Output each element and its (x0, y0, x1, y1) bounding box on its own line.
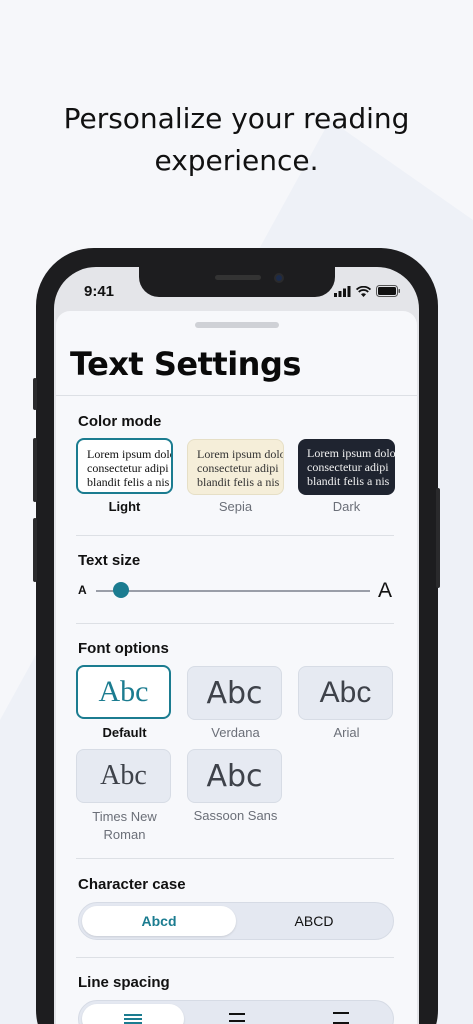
preview-line: Lorem ipsum dolor (307, 446, 395, 460)
section-divider (76, 623, 394, 624)
font-sample: Abc (206, 675, 263, 711)
text-settings-sheet: Text Settings Color mode Lorem ipsum dol… (56, 311, 417, 1024)
wifi-icon (356, 285, 371, 297)
preview-line: consectetur adipi (87, 461, 169, 475)
font-times-label: Times New Roman (76, 808, 173, 844)
line-spacing-segmented-control (78, 1000, 394, 1024)
section-divider (76, 957, 394, 958)
battery-icon (376, 285, 400, 297)
phone-volume-up (33, 438, 37, 502)
font-option-verdana[interactable]: Abc (187, 666, 282, 720)
text-size-label: Text size (78, 552, 141, 569)
phone-power-button (436, 488, 440, 588)
headline-line-2: experience. (154, 144, 319, 177)
preview-line: blandit felis a nis (197, 475, 280, 489)
font-verdana-label: Verdana (211, 725, 260, 740)
line-spacing-label: Line spacing (78, 974, 170, 991)
font-option-sassoon-sans[interactable]: Abc (187, 749, 282, 803)
font-sample: Abc (98, 675, 149, 708)
font-times-label-line-1: Times New (92, 809, 157, 824)
preview-line: blandit felis a nis (307, 474, 390, 488)
preview-line: Lorem ipsum dolor (197, 447, 284, 461)
phone-side-button (33, 378, 37, 410)
preview-line: blandit felis a nis (87, 475, 170, 489)
font-option-times-new-roman[interactable]: Abc (76, 749, 171, 803)
line-spacing-compact[interactable] (82, 1004, 184, 1024)
color-mode-dark-label: Dark (332, 499, 361, 514)
title-divider (56, 395, 417, 396)
status-time: 9:41 (84, 283, 115, 300)
notch (139, 267, 335, 297)
headline: Personalize your reading experience. (0, 98, 473, 182)
color-mode-sepia-label: Sepia (218, 499, 253, 514)
section-divider (76, 535, 394, 536)
text-size-small-glyph: A (78, 583, 87, 597)
preview-line: consectetur adipi (197, 461, 279, 475)
status-icons (334, 285, 401, 297)
character-case-upper[interactable]: ABCD (237, 906, 391, 936)
page-title: Text Settings (70, 345, 301, 383)
line-spacing-compact-icon (124, 1014, 142, 1024)
font-times-label-line-2: Roman (103, 827, 146, 842)
character-case-mixed[interactable]: Abcd (82, 906, 236, 936)
preview-line: Lorem ipsum dolor (87, 447, 173, 461)
font-default-label: Default (102, 725, 147, 740)
phone-volume-down (33, 518, 37, 582)
font-option-default[interactable]: Abc (76, 665, 171, 719)
preview-line: consectetur adipi (307, 460, 389, 474)
color-mode-dark[interactable]: Lorem ipsum dolor consectetur adipi blan… (298, 439, 395, 495)
signal-icon (334, 285, 351, 297)
phone-screen: 9:41 Text Settings Color mode Lorem ipsu… (54, 267, 419, 1024)
sheet-grabber[interactable] (195, 322, 279, 328)
line-spacing-normal-icon (229, 1013, 245, 1022)
line-spacing-wide[interactable] (290, 1004, 392, 1024)
color-mode-label: Color mode (78, 413, 162, 430)
font-sassoon-label: Sassoon Sans (193, 808, 278, 823)
character-case-segmented-control: Abcd ABCD (78, 902, 394, 940)
section-divider (76, 858, 394, 859)
character-case-label: Character case (78, 876, 186, 893)
color-mode-light[interactable]: Lorem ipsum dolor consectetur adipi blan… (76, 438, 173, 494)
text-size-slider-thumb[interactable] (112, 582, 129, 598)
font-option-arial[interactable]: Abc (298, 666, 393, 720)
line-spacing-normal[interactable] (186, 1004, 288, 1024)
camera (274, 273, 284, 283)
headline-line-1: Personalize your reading (63, 102, 410, 135)
font-sample: Abc (206, 758, 263, 794)
line-spacing-wide-icon (333, 1012, 349, 1024)
font-sample: Abc (319, 676, 372, 709)
font-arial-label: Arial (333, 725, 360, 740)
speaker (215, 275, 261, 280)
text-size-large-glyph: A (378, 579, 393, 602)
font-sample: Abc (100, 760, 147, 791)
color-mode-sepia[interactable]: Lorem ipsum dolor consectetur adipi blan… (187, 439, 284, 495)
color-mode-light-label: Light (108, 499, 141, 514)
font-options-label: Font options (78, 640, 169, 657)
text-size-slider-track[interactable] (96, 590, 370, 592)
